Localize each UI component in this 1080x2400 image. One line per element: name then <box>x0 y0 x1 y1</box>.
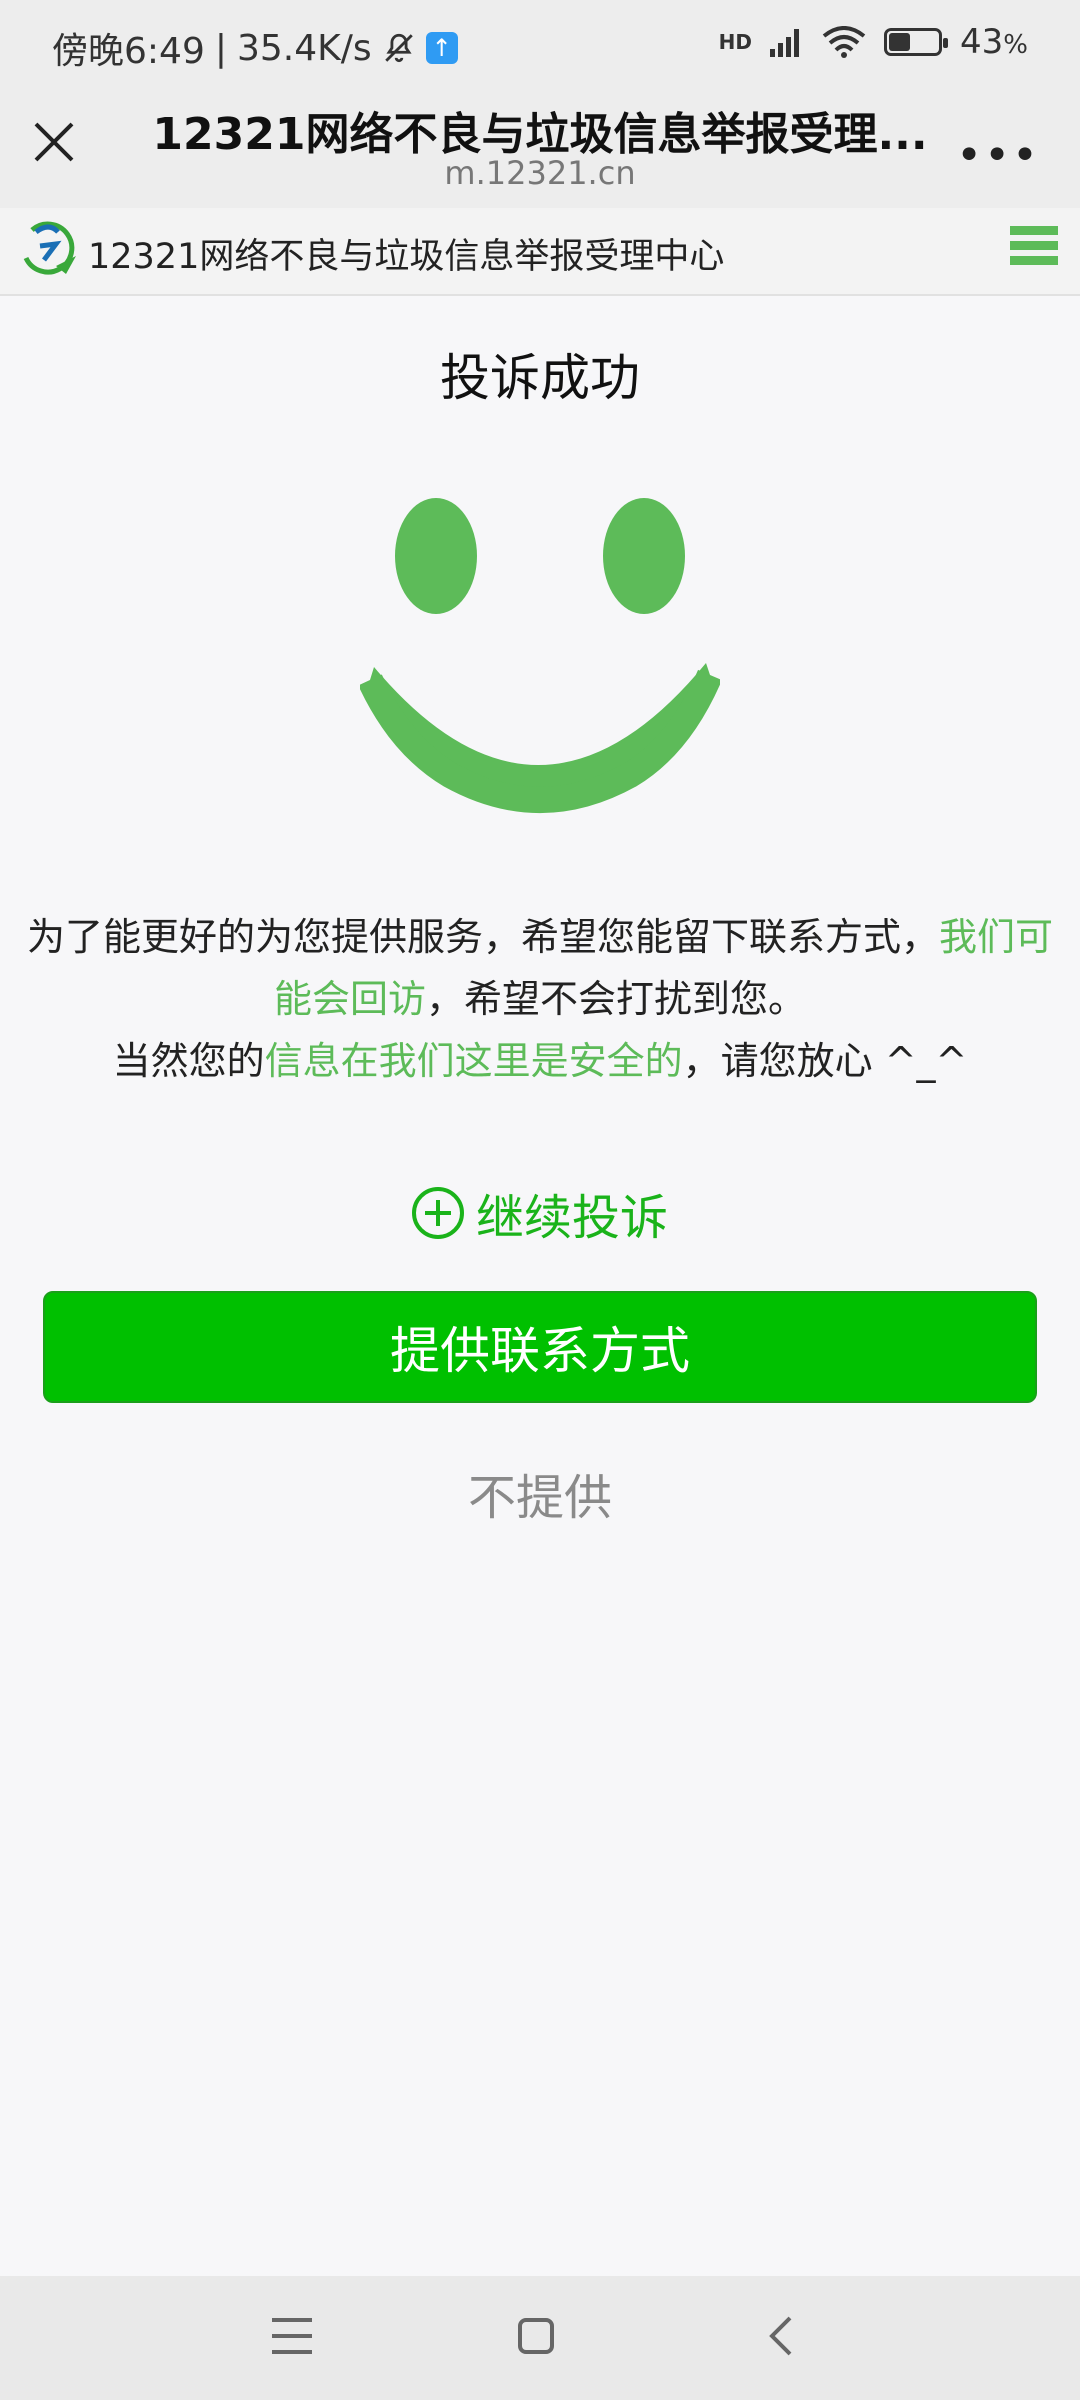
message-text: 为了能更好的为您提供服务，希望您能留下联系方式， <box>26 915 939 959</box>
system-nav-bar <box>0 2276 1080 2400</box>
webview-header: 12321网络不良与垃圾信息举报受理... m.12321.cn ••• <box>0 90 1080 208</box>
page-url: m.12321.cn <box>444 154 636 192</box>
status-time: 傍晚6:49 <box>52 31 205 72</box>
status-bar: 傍晚6:49 | 35.4K/s ↑ HD 43% <box>0 0 1080 90</box>
wifi-icon <box>822 26 866 58</box>
status-right: HD 43% <box>719 22 1028 62</box>
recent-apps-icon[interactable] <box>272 2318 312 2354</box>
back-icon[interactable] <box>766 2314 796 2358</box>
plus-circle-icon <box>411 1187 464 1239</box>
contact-request-message: 为了能更好的为您提供服务，希望您能留下联系方式，我们可能会回访，希望不会打扰到您… <box>14 906 1066 1092</box>
site-name: 12321网络不良与垃圾信息举报受理中心 <box>88 237 725 277</box>
smiley-face-icon <box>360 498 720 813</box>
status-left: 傍晚6:49 | 35.4K/s ↑ <box>52 22 458 74</box>
decline-button[interactable]: 不提供 <box>0 1458 1080 1528</box>
close-icon[interactable] <box>28 116 80 168</box>
site-logo <box>23 221 76 275</box>
hamburger-menu-icon[interactable] <box>1010 226 1058 270</box>
bell-off-icon <box>384 33 413 63</box>
continue-complaint-link[interactable]: 继续投诉 <box>0 1178 1080 1248</box>
message-text: ，请您放心 ^_^ <box>682 1039 968 1083</box>
site-nav: 12321网络不良与垃圾信息举报受理中心 <box>0 208 1080 296</box>
battery-level <box>889 33 910 51</box>
continue-complaint-label: 继续投诉 <box>475 1190 668 1246</box>
signal-icon <box>770 29 800 57</box>
home-icon[interactable] <box>518 2318 554 2354</box>
provide-contact-button[interactable]: 提供联系方式 <box>43 1291 1037 1403</box>
message-highlight: 信息在我们这里是安全的 <box>264 1039 683 1083</box>
battery-suffix: % <box>1003 30 1028 60</box>
message-line-2: 当然您的信息在我们这里是安全的，请您放心 ^_^ <box>14 1030 1066 1092</box>
upload-icon: ↑ <box>425 32 458 64</box>
battery-percent: 43 <box>960 22 1004 62</box>
battery-icon <box>884 28 949 56</box>
message-line-1: 为了能更好的为您提供服务，希望您能留下联系方式，我们可能会回访，希望不会打扰到您… <box>14 906 1066 1030</box>
more-options-icon[interactable]: ••• <box>956 130 1040 181</box>
network-type: HD <box>718 30 753 54</box>
message-text: ，希望不会打扰到您。 <box>426 977 807 1021</box>
page-header-title: 12321网络不良与垃圾信息举报受理... <box>152 109 928 160</box>
battery-text: 43% <box>960 22 1028 62</box>
status-speed: 35.4K/s <box>236 27 372 69</box>
message-text: 当然您的 <box>112 1039 265 1083</box>
page-title: 投诉成功 <box>440 349 640 407</box>
status-separator: | <box>214 27 227 69</box>
